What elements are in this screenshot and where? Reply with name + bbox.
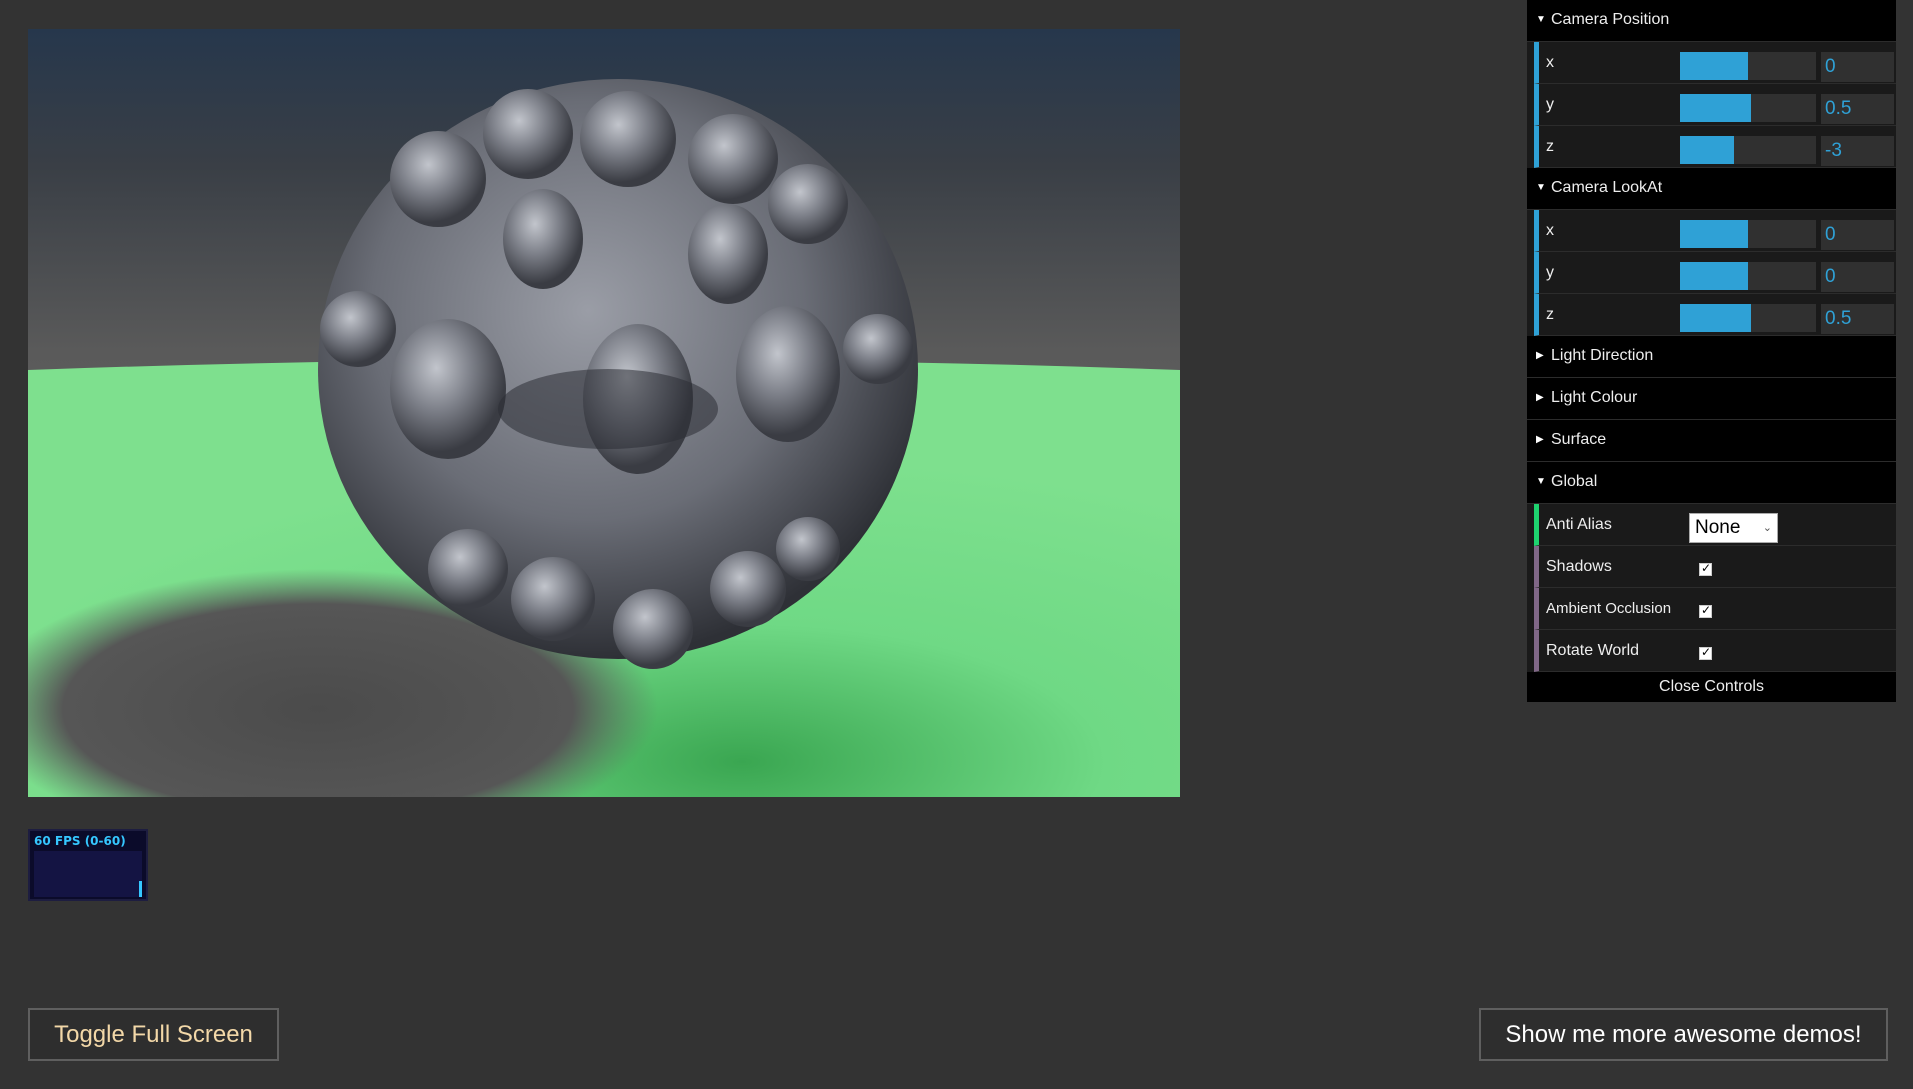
fps-graph (34, 851, 142, 897)
toggle-fullscreen-button[interactable]: Toggle Full Screen (28, 1008, 279, 1061)
camera-lookat-z-input[interactable]: 0.5 (1821, 304, 1894, 334)
slider-fill (1680, 262, 1748, 290)
camera-position-y-input[interactable]: 0.5 (1821, 94, 1894, 124)
caret-right-icon: ▶ (1536, 434, 1544, 445)
chevron-down-icon: ⌄ (1762, 522, 1772, 534)
camera-position-x-slider[interactable] (1680, 52, 1816, 80)
control-label: y (1546, 96, 1554, 113)
shadows-checkbox[interactable]: ✓ (1699, 561, 1712, 576)
camera-position-y-slider[interactable] (1680, 94, 1816, 122)
camera-lookat-z-control: z 0.5 (1534, 294, 1896, 336)
camera-lookat-y-control: y 0 (1534, 252, 1896, 294)
camera-lookat-x-control: x 0 (1534, 210, 1896, 252)
folder-light-direction[interactable]: ▶ Light Direction (1527, 336, 1896, 378)
checkmark-icon: ✓ (1701, 561, 1712, 575)
caret-right-icon: ▶ (1536, 392, 1544, 403)
folder-title-label: Light Direction (1551, 347, 1654, 364)
folder-light-colour[interactable]: ▶ Light Colour (1527, 378, 1896, 420)
anti-alias-control: Anti Alias None ⌄ (1534, 504, 1896, 546)
camera-position-z-slider[interactable] (1680, 136, 1816, 164)
fractal-render (28, 79, 1180, 797)
control-label: z (1546, 306, 1554, 323)
select-value: None (1695, 517, 1741, 538)
more-demos-button[interactable]: Show me more awesome demos! (1479, 1008, 1888, 1061)
fps-counter: 60 FPS (0-60) (28, 829, 148, 901)
rotate-world-control: Rotate World ✓ (1534, 630, 1896, 672)
checkmark-icon: ✓ (1701, 603, 1712, 617)
fps-label: 60 FPS (0-60) (34, 834, 126, 848)
camera-lookat-z-slider[interactable] (1680, 304, 1816, 332)
folder-title-label: Light Colour (1551, 389, 1638, 406)
slider-fill (1680, 136, 1735, 164)
close-controls-button[interactable]: Close Controls (1527, 672, 1896, 702)
folder-title-label: Surface (1551, 431, 1607, 448)
slider-fill (1680, 52, 1748, 80)
control-label: z (1546, 138, 1554, 155)
shadows-control: Shadows ✓ (1534, 546, 1896, 588)
caret-down-icon: ▼ (1536, 14, 1546, 25)
control-label: y (1546, 264, 1554, 281)
ambient-occlusion-control: Ambient Occlusion ✓ (1534, 588, 1896, 630)
slider-fill (1680, 94, 1751, 122)
slider-fill (1680, 304, 1751, 332)
control-label: Ambient Occlusion (1546, 600, 1672, 617)
caret-down-icon: ▼ (1536, 182, 1546, 193)
camera-position-x-input[interactable]: 0 (1821, 52, 1894, 82)
folder-title-label: Global (1551, 473, 1598, 490)
folder-camera-position[interactable]: ▼ Camera Position (1527, 0, 1896, 42)
control-label: x (1546, 222, 1554, 239)
camera-lookat-x-slider[interactable] (1680, 220, 1816, 248)
camera-position-z-control: z -3 (1534, 126, 1896, 168)
controls-panel: ▼ Camera Position x 0 y 0.5 z -3 ▼ Camer… (1527, 0, 1896, 702)
caret-right-icon: ▶ (1536, 350, 1544, 361)
camera-position-x-control: x 0 (1534, 42, 1896, 84)
control-label: Anti Alias (1546, 516, 1612, 533)
fps-graph-bar (139, 880, 142, 897)
folder-title-label: Camera Position (1551, 11, 1670, 28)
camera-lookat-x-input[interactable]: 0 (1821, 220, 1894, 250)
camera-position-z-input[interactable]: -3 (1821, 136, 1894, 166)
folder-title-label: Camera LookAt (1551, 179, 1663, 196)
anti-alias-select[interactable]: None ⌄ (1689, 513, 1778, 543)
camera-lookat-y-input[interactable]: 0 (1821, 262, 1894, 292)
ambient-occlusion-checkbox[interactable]: ✓ (1699, 603, 1712, 618)
control-label: x (1546, 54, 1554, 71)
folder-global[interactable]: ▼ Global (1527, 462, 1896, 504)
camera-position-y-control: y 0.5 (1534, 84, 1896, 126)
control-label: Rotate World (1546, 642, 1640, 659)
control-label: Shadows (1546, 558, 1612, 575)
rotate-world-checkbox[interactable]: ✓ (1699, 645, 1712, 660)
render-viewport[interactable] (28, 29, 1180, 797)
caret-down-icon: ▼ (1536, 476, 1546, 487)
folder-camera-lookat[interactable]: ▼ Camera LookAt (1527, 168, 1896, 210)
camera-lookat-y-slider[interactable] (1680, 262, 1816, 290)
slider-fill (1680, 220, 1748, 248)
checkmark-icon: ✓ (1701, 645, 1712, 659)
folder-surface[interactable]: ▶ Surface (1527, 420, 1896, 462)
